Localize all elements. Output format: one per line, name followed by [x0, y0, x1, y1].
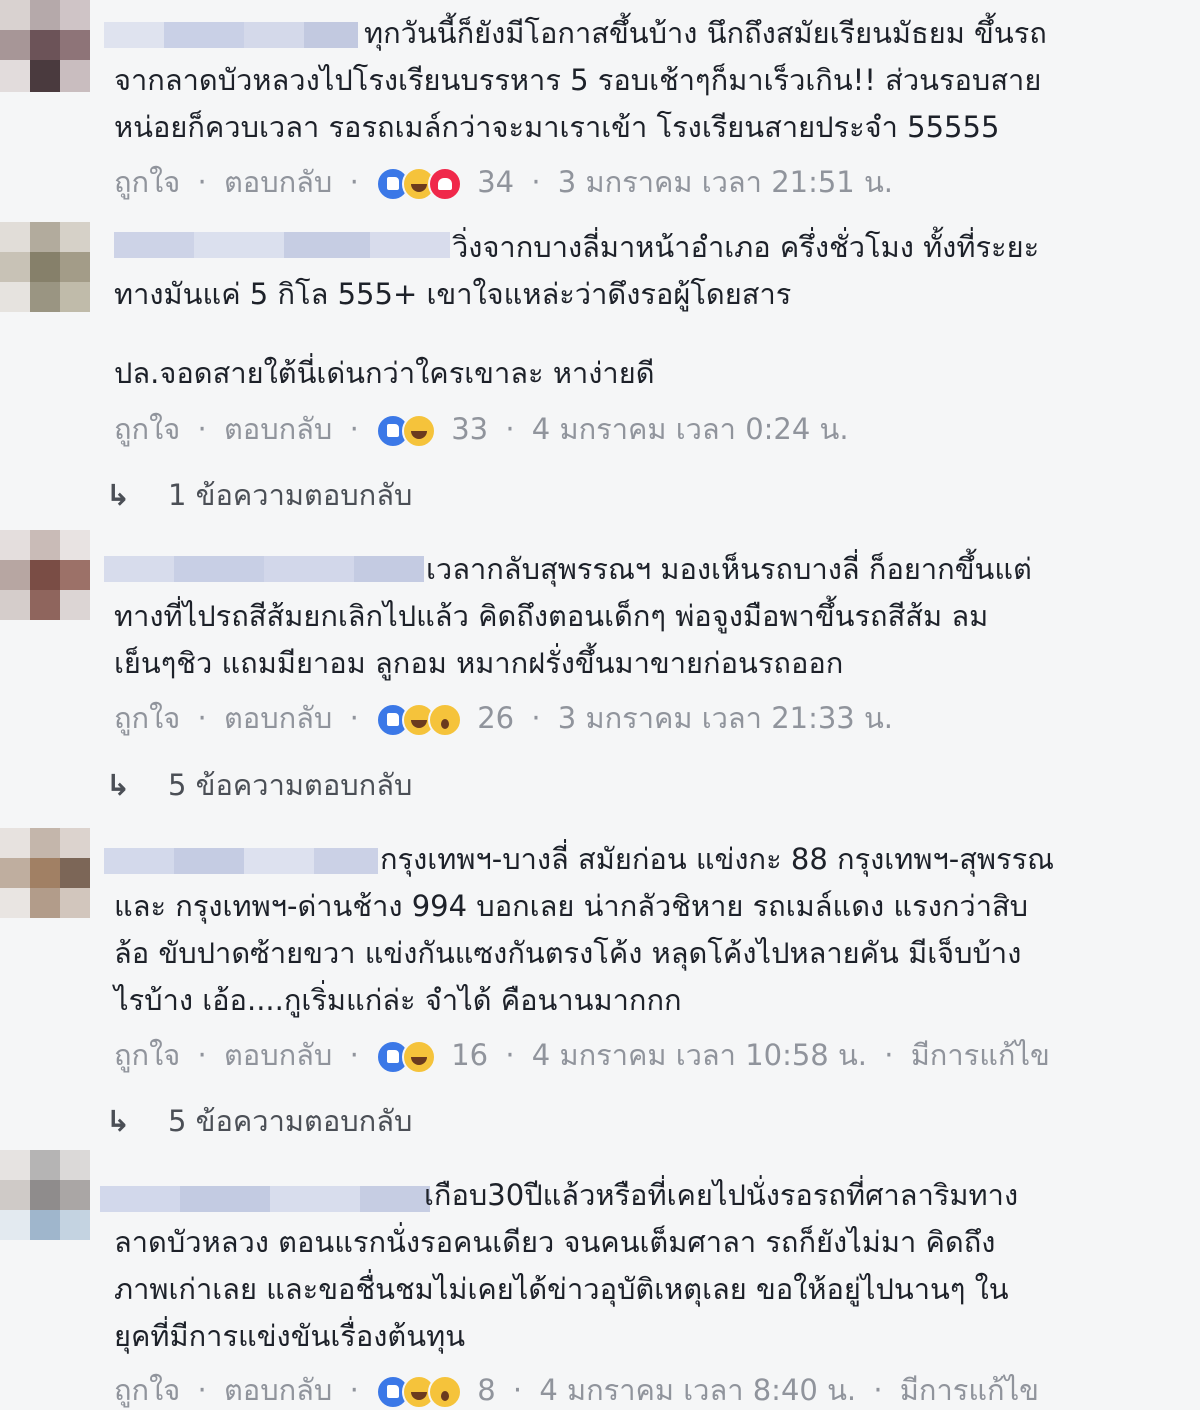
reply-link[interactable]: ตอบกลับ [224, 1370, 332, 1410]
separator: · [197, 701, 207, 735]
replies-count[interactable]: 1 ข้อความตอบกลับ [168, 478, 412, 512]
separator: · [349, 165, 359, 199]
replies-count[interactable]: 5 ข้อความตอบกลับ [168, 1104, 412, 1138]
comment-line: หน่อยก็ควบเวลา รอรถเมล์กว่าจะมาเราเข้า โ… [114, 110, 1000, 144]
separator: · [349, 701, 359, 735]
reaction-count[interactable]: 8 [477, 1370, 495, 1410]
view-replies-link[interactable]: ↳ 5 ข้อความตอบกลับ [106, 1098, 412, 1144]
sad-reaction-icon [428, 703, 462, 737]
separator: · [873, 1373, 883, 1407]
comment-text: เกือบ30ปีแล้วหรือที่เคยไปนั่งรอรถที่ศาลา… [114, 1172, 1164, 1360]
avatar[interactable] [0, 0, 90, 92]
view-replies-link[interactable]: ↳ 1 ข้อความตอบกลับ [106, 472, 412, 518]
separator: · [505, 1038, 515, 1072]
like-link[interactable]: ถูกใจ [114, 409, 180, 449]
comment-text: ทุกวันนี้ก็ยังมีโอกาสขึ้นบ้าง นึกถึงสมัย… [114, 10, 1164, 151]
separator: · [197, 1038, 207, 1072]
comment-line: ภาพเก่าเลย และขอชื่นชมไม่เคยได้ข่าวอุบัต… [114, 1272, 1009, 1306]
reaction-count[interactable]: 34 [477, 162, 514, 202]
comment-text: วิ่งจากบางลี่มาหน้าอำเภอ ครึ่งชั่วโมง ทั… [114, 224, 1164, 397]
comment-line: ทุกวันนี้ก็ยังมีโอกาสขึ้นบ้าง นึกถึงสมัย… [364, 16, 1047, 50]
separator: · [531, 165, 541, 199]
separator: · [197, 1373, 207, 1407]
comment-line: จากลาดบัวหลวงไปโรงเรียนบรรหาร 5 รอบเช้าๆ… [114, 63, 1042, 97]
reply-link[interactable]: ตอบกลับ [224, 698, 332, 738]
timestamp[interactable]: 3 มกราคม เวลา 21:33 น. [558, 698, 893, 738]
reactions[interactable] [376, 698, 462, 738]
comment-meta: ถูกใจ · ตอบกลับ · 16 · 4 มกราคม เวลา 10:… [114, 1033, 1050, 1075]
separator: · [349, 1373, 359, 1407]
reply-arrow-icon: ↳ [106, 478, 131, 512]
reaction-count[interactable]: 16 [451, 1035, 488, 1075]
haha-reaction-icon [402, 1040, 436, 1074]
edited-label[interactable]: มีการแก้ไข [911, 1035, 1050, 1075]
comment-line: ทางมันแค่ 5 กิโล 555+ เขาใจแหล่ะว่าดึงรอ… [114, 277, 792, 311]
separator: · [884, 1038, 894, 1072]
comment-line: ปล.จอดสายใต้นี่เด่นกว่าใครเขาละ หาง่ายดี [114, 356, 655, 390]
comment-line: และ กรุงเทพฯ-ด่านช้าง 994 บอกเลย น่ากลัว… [114, 889, 1029, 923]
comment-meta: ถูกใจ · ตอบกลับ · 33 · 4 มกราคม เวลา 0:2… [114, 407, 849, 449]
separator: · [197, 165, 207, 199]
comment-meta: ถูกใจ · ตอบกลับ · 34 · 3 มกราคม เวลา 21:… [114, 160, 893, 202]
comment-line: ยุคที่มีการแข่งขันเรื่องต้นทุน [114, 1319, 466, 1353]
edited-label[interactable]: มีการแก้ไข [900, 1370, 1039, 1410]
like-link[interactable]: ถูกใจ [114, 1370, 180, 1410]
separator: · [531, 701, 541, 735]
reaction-count[interactable]: 33 [451, 409, 488, 449]
avatar[interactable] [0, 530, 90, 620]
reactions[interactable] [376, 1370, 462, 1410]
reaction-count[interactable]: 26 [477, 698, 514, 738]
separator: · [349, 1038, 359, 1072]
comment-line: ลาดบัวหลวง ตอนแรกนั่งรอคนเดียว จนคนเต็มศ… [114, 1225, 996, 1259]
comment-meta: ถูกใจ · ตอบกลับ · 26 · 3 มกราคม เวลา 21:… [114, 696, 893, 738]
comment-line: วิ่งจากบางลี่มาหน้าอำเภอ ครึ่งชั่วโมง ทั… [452, 230, 1040, 264]
comment-meta: ถูกใจ · ตอบกลับ · 8 · 4 มกราคม เวลา 8:40… [114, 1368, 1039, 1410]
like-link[interactable]: ถูกใจ [114, 1035, 180, 1075]
reply-link[interactable]: ตอบกลับ [224, 162, 332, 202]
love-reaction-icon [428, 167, 462, 201]
comment-line: เวลากลับสุพรรณฯ มองเห็นรถบางลี่ ก็อยากขึ… [426, 552, 1032, 586]
reactions[interactable] [376, 1035, 436, 1075]
timestamp[interactable]: 3 มกราคม เวลา 21:51 น. [558, 162, 893, 202]
comment-line: เย็นๆชิว แถมมียาอม ลูกอม หมากฝรั่งขึ้นมา… [114, 646, 844, 680]
replies-count[interactable]: 5 ข้อความตอบกลับ [168, 768, 412, 802]
timestamp[interactable]: 4 มกราคม เวลา 10:58 น. [532, 1035, 867, 1075]
view-replies-link[interactable]: ↳ 5 ข้อความตอบกลับ [106, 762, 412, 808]
haha-reaction-icon [402, 414, 436, 448]
separator: · [512, 1373, 523, 1407]
avatar[interactable] [0, 1150, 90, 1240]
timestamp[interactable]: 4 มกราคม เวลา 8:40 น. [539, 1370, 856, 1410]
separator: · [505, 412, 515, 446]
reply-arrow-icon: ↳ [106, 768, 131, 802]
timestamp[interactable]: 4 มกราคม เวลา 0:24 น. [532, 409, 849, 449]
comment-line: ไรบ้าง เอ้อ....กูเริ่มแก่ล่ะ จำได้ คือนา… [114, 983, 682, 1017]
like-link[interactable]: ถูกใจ [114, 162, 180, 202]
comment-line: ล้อ ขับปาดซ้ายขวา แข่งกันแซงกันตรงโค้ง ห… [114, 936, 1022, 970]
avatar[interactable] [0, 222, 90, 312]
like-link[interactable]: ถูกใจ [114, 698, 180, 738]
reactions[interactable] [376, 162, 462, 202]
comment-line: เกือบ30ปีแล้วหรือที่เคยไปนั่งรอรถที่ศาลา… [424, 1178, 1019, 1212]
reply-link[interactable]: ตอบกลับ [224, 1035, 332, 1075]
avatar[interactable] [0, 828, 90, 918]
comment-text: กรุงเทพฯ-บางลี่ สมัยก่อน แข่งกะ 88 กรุงเ… [114, 836, 1164, 1024]
wow-reaction-icon [428, 1375, 462, 1409]
reactions[interactable] [376, 409, 436, 449]
reply-link[interactable]: ตอบกลับ [224, 409, 332, 449]
separator: · [197, 412, 207, 446]
comment-line: ทางที่ไปรถสีส้มยกเลิกไปแล้ว คิดถึงตอนเด็… [114, 599, 989, 633]
separator: · [349, 412, 359, 446]
reply-arrow-icon: ↳ [106, 1104, 131, 1138]
comment-line: กรุงเทพฯ-บางลี่ สมัยก่อน แข่งกะ 88 กรุงเ… [380, 842, 1055, 876]
comment-text: เวลากลับสุพรรณฯ มองเห็นรถบางลี่ ก็อยากขึ… [114, 546, 1164, 687]
